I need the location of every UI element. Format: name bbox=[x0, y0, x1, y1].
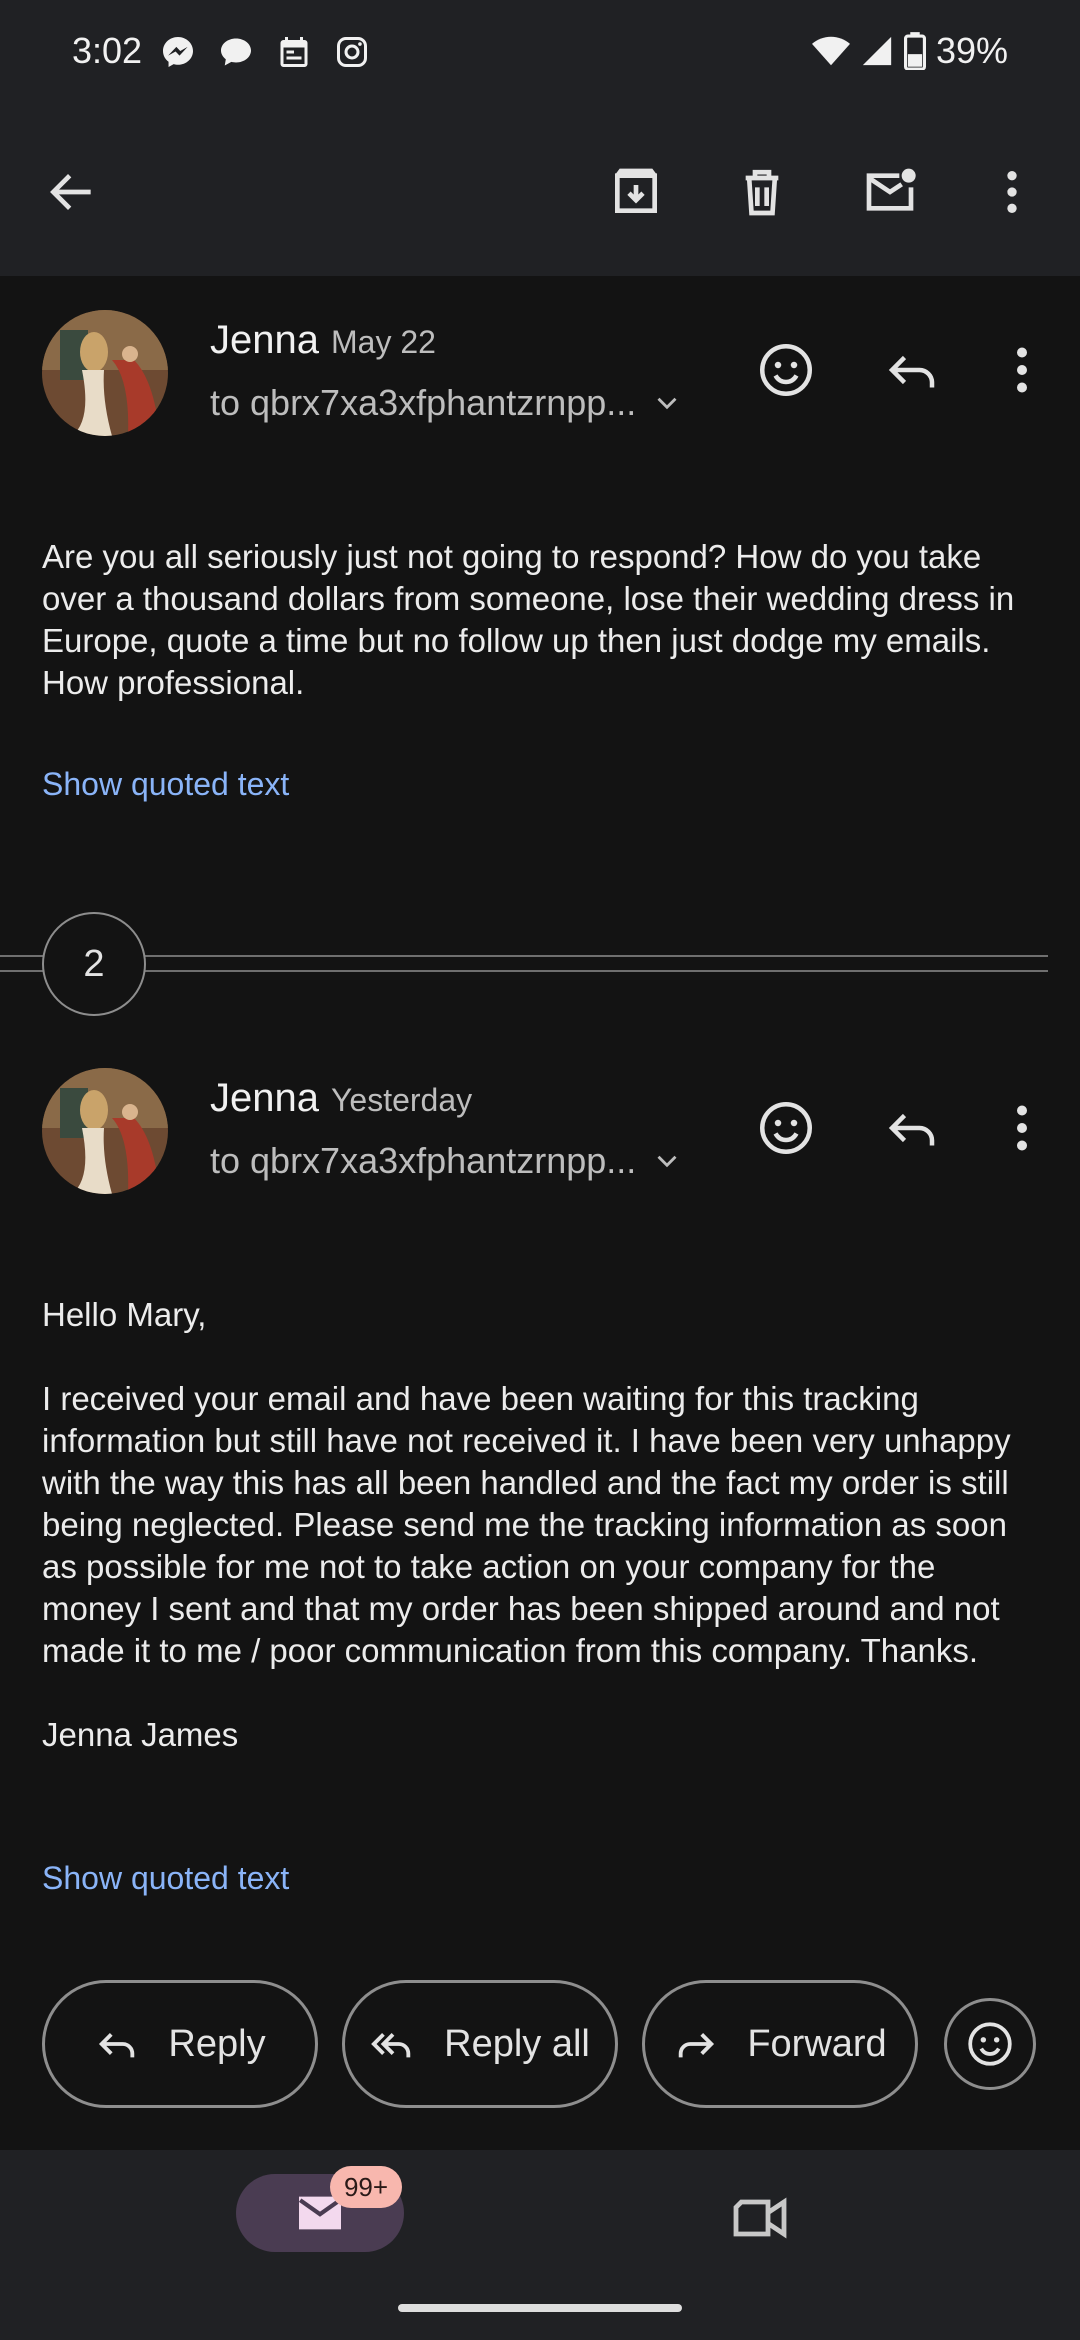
forward-icon bbox=[679, 2033, 715, 2058]
add-reaction-button[interactable] bbox=[746, 1088, 826, 1168]
delete-icon bbox=[745, 169, 779, 216]
message-toolbar bbox=[0, 110, 1080, 276]
instagram-icon bbox=[337, 37, 367, 67]
avatar[interactable] bbox=[42, 310, 168, 436]
video-camera-icon bbox=[733, 2197, 787, 2239]
unread-count-badge: 99+ bbox=[330, 2166, 402, 2208]
mark-unread-icon bbox=[866, 168, 916, 211]
emoji-icon bbox=[760, 344, 812, 396]
calendar-icon bbox=[280, 37, 308, 67]
gesture-navigation-bar[interactable] bbox=[398, 2304, 682, 2312]
message-more-button[interactable] bbox=[982, 330, 1062, 410]
battery-percentage: 39% bbox=[935, 30, 1008, 71]
reply-icon bbox=[99, 2033, 135, 2058]
reply-all-action-button[interactable]: Reply all bbox=[342, 1980, 618, 2108]
message-body: Hello Mary, I received your email and ha… bbox=[42, 1296, 1011, 1753]
status-time: 3:02 bbox=[72, 30, 143, 71]
recipient-toggle[interactable]: to qbrx7xa3xfphantzrnpp... bbox=[210, 1140, 684, 1182]
chevron-down-icon bbox=[657, 397, 677, 410]
sender-line: Jenna Yesterday bbox=[210, 1076, 472, 1121]
mark-unread-button[interactable] bbox=[858, 160, 922, 224]
message-date: Yesterday bbox=[330, 1082, 473, 1118]
chevron-down-icon bbox=[657, 1155, 677, 1168]
recipient-toggle[interactable]: to qbrx7xa3xfphantzrnpp... bbox=[210, 382, 684, 424]
system-status: 39% bbox=[811, 30, 1008, 72]
divider-line bbox=[0, 955, 1048, 957]
reply-button[interactable] bbox=[872, 1088, 952, 1168]
sender-name: Jenna bbox=[210, 318, 319, 362]
more-vert-icon bbox=[1007, 171, 1017, 213]
chat-bubble-icon bbox=[221, 38, 251, 66]
avatar-image bbox=[42, 310, 168, 436]
archive-icon bbox=[615, 168, 657, 213]
emoji-icon bbox=[760, 1102, 812, 1154]
reply-all-icon bbox=[371, 2033, 411, 2058]
more-options-button[interactable] bbox=[980, 160, 1044, 224]
more-vert-icon bbox=[1017, 1105, 1027, 1151]
collapsed-messages-count[interactable]: 2 bbox=[42, 912, 146, 1016]
reply-button[interactable] bbox=[872, 330, 952, 410]
nav-meet-tab[interactable] bbox=[728, 2186, 792, 2250]
message-header[interactable]: Jenna Yesterday to qbrx7xa3xfphantzrnpp..… bbox=[0, 1068, 1080, 1208]
cell-signal-icon bbox=[862, 36, 892, 66]
more-vert-icon bbox=[1017, 347, 1027, 393]
show-quoted-text-link[interactable]: Show quoted text bbox=[42, 1860, 289, 1897]
reply-icon bbox=[888, 355, 935, 388]
forward-action-button[interactable]: Forward bbox=[642, 1980, 918, 2108]
message-header[interactable]: Jenna May 22 to qbrx7xa3xfphantzrnpp... bbox=[0, 310, 1080, 450]
reply-all-label: Reply all bbox=[444, 2022, 590, 2065]
battery-icon bbox=[903, 32, 926, 70]
message-more-button[interactable] bbox=[982, 1088, 1062, 1168]
reply-icon bbox=[888, 1113, 935, 1146]
message-date: May 22 bbox=[330, 324, 436, 360]
reply-action-button[interactable]: Reply bbox=[42, 1980, 318, 2108]
sender-name: Jenna bbox=[210, 1076, 319, 1120]
forward-label: Forward bbox=[747, 2022, 887, 2065]
wifi-icon bbox=[811, 36, 850, 66]
avatar-image bbox=[42, 1068, 168, 1194]
sender-line: Jenna May 22 bbox=[210, 318, 436, 363]
archive-button[interactable] bbox=[604, 160, 668, 224]
recipient-text: to qbrx7xa3xfphantzrnpp... bbox=[210, 382, 637, 423]
back-arrow-icon bbox=[50, 174, 91, 210]
notification-icons bbox=[160, 34, 370, 70]
reply-label: Reply bbox=[168, 2022, 266, 2065]
divider-line bbox=[0, 970, 1048, 972]
emoji-reaction-button[interactable] bbox=[944, 1998, 1036, 2090]
delete-button[interactable] bbox=[730, 160, 794, 224]
status-bar: 3:02 39% bbox=[0, 0, 1080, 110]
recipient-text: to qbrx7xa3xfphantzrnpp... bbox=[210, 1140, 637, 1181]
messenger-icon bbox=[163, 37, 193, 67]
avatar[interactable] bbox=[42, 1068, 168, 1194]
emoji-icon bbox=[968, 2022, 1012, 2066]
message-body: Are you all seriously just not going to … bbox=[42, 538, 1024, 701]
back-button[interactable] bbox=[40, 160, 104, 224]
show-quoted-text-link[interactable]: Show quoted text bbox=[42, 766, 289, 803]
add-reaction-button[interactable] bbox=[746, 330, 826, 410]
